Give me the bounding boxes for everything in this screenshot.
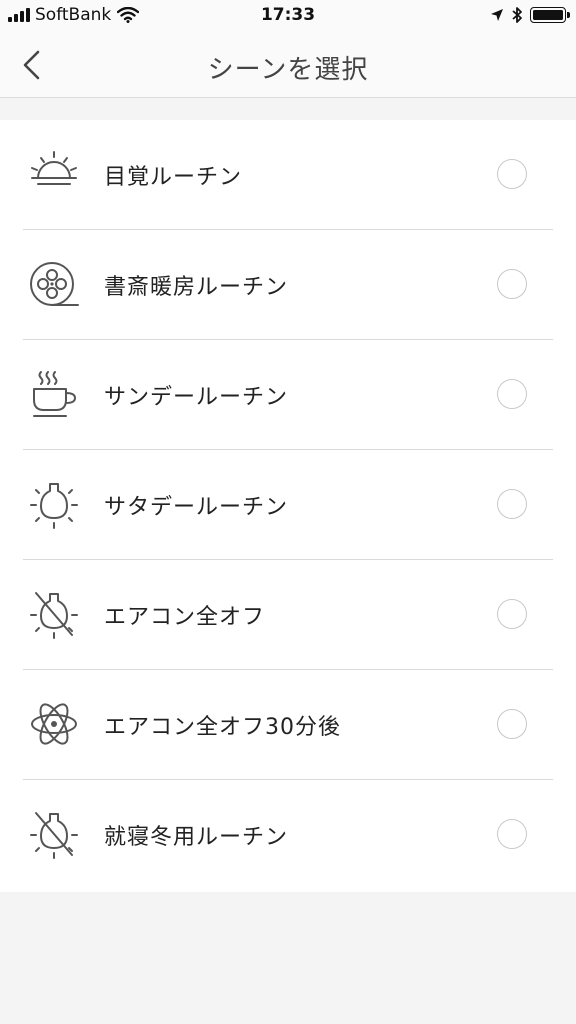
scene-row-saturday[interactable]: サタデールーチン (0, 450, 576, 560)
scene-row-sunday[interactable]: サンデールーチン (0, 340, 576, 450)
navigation-bar: シーンを選択 (0, 32, 576, 98)
scene-label: エアコン全オフ30分後 (104, 715, 341, 740)
scene-radio[interactable] (497, 599, 527, 629)
scene-radio[interactable] (497, 159, 527, 189)
atom-icon (31, 703, 77, 745)
film-reel-icon (30, 262, 79, 306)
scene-label: 就寝冬用ルーチン (104, 825, 289, 850)
bluetooth-icon (512, 7, 522, 23)
sun-off-icon (30, 812, 78, 859)
scene-row-aircon-off-30min[interactable]: エアコン全オフ30分後 (0, 670, 576, 780)
scene-label: サタデールーチン (104, 495, 289, 520)
scene-label: 目覚ルーチン (104, 165, 243, 190)
scene-radio[interactable] (497, 489, 527, 519)
scene-label: エアコン全オフ (104, 605, 266, 630)
scene-radio[interactable] (497, 819, 527, 849)
scene-row-winter-sleep[interactable]: 就寝冬用ルーチン (0, 780, 576, 890)
scene-label: 書斎暖房ルーチン (104, 275, 289, 300)
scene-radio[interactable] (497, 709, 527, 739)
scene-label: サンデールーチン (104, 385, 289, 410)
status-bar: SoftBank 17:33 (0, 0, 576, 32)
sun-bulb-icon (30, 483, 78, 529)
status-right (490, 6, 570, 24)
scene-radio[interactable] (497, 269, 527, 299)
sun-off-icon (30, 592, 78, 639)
location-arrow-icon (491, 9, 503, 21)
scene-row-wakeup[interactable]: 目覚ルーチン (0, 120, 576, 230)
scene-radio[interactable] (497, 379, 527, 409)
scene-row-aircon-all-off[interactable]: エアコン全オフ (0, 560, 576, 670)
coffee-cup-icon (33, 371, 76, 417)
sunrise-icon (31, 151, 77, 185)
battery-icon (530, 7, 570, 23)
page-title: シーンを選択 (207, 55, 369, 85)
scene-list: 目覚ルーチン 書斎暖房ルーチン サンデールーチン サタデールーチン エアコン全オ… (0, 120, 576, 892)
scene-row-study-heating[interactable]: 書斎暖房ルーチン (0, 230, 576, 340)
